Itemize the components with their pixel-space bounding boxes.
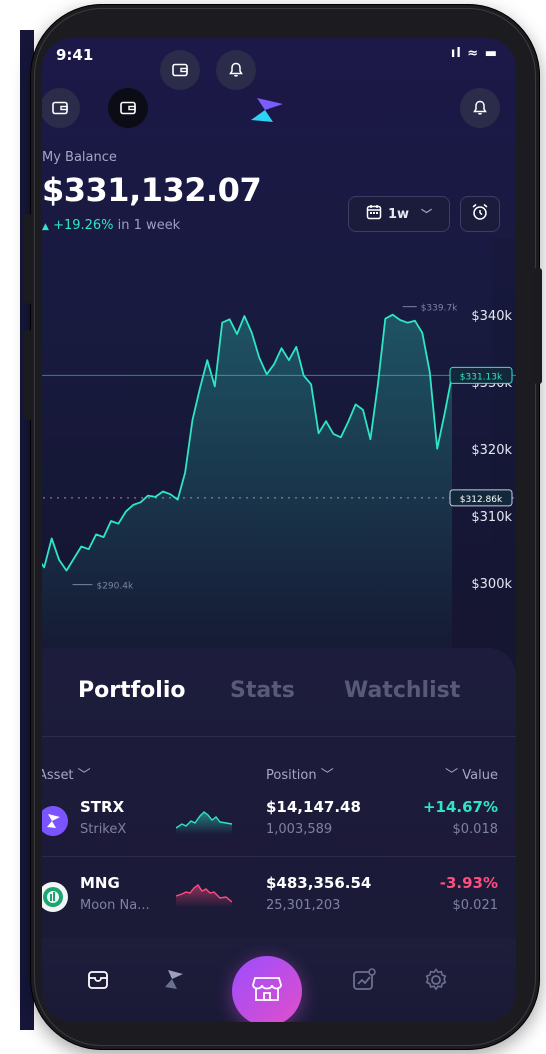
wallet-icon[interactable] [42,88,80,128]
tab-stats[interactable]: Stats [230,678,295,703]
brand-logo [249,96,285,124]
strikex-coin-icon [42,806,68,836]
bell-icon[interactable] [216,50,256,90]
column-header-value[interactable]: ﹀ Value [445,764,498,783]
asset-price: $0.021 [452,898,499,913]
wallet-icon[interactable] [160,50,200,90]
store-button[interactable] [232,956,302,1022]
flag-icon[interactable] [154,960,194,1000]
status-icons: ıl ≈ ▬ [450,46,498,61]
wallet-icon[interactable] [78,960,118,1000]
column-header-asset[interactable]: Asset ﹀ [42,764,91,783]
chevron-down-icon: ﹀ [421,208,433,221]
status-time: 9:41 [56,46,94,64]
low-label: $290.4k [96,582,133,592]
tab-divider [42,736,516,737]
y-tick-label: $320k [471,443,512,458]
asset-change: +14.67% [422,798,498,816]
calendar-icon [366,204,382,224]
period-value: 1w [387,206,410,222]
balance-change-period: in 1 week [117,218,181,233]
table-row[interactable]: MNG Moon Na... $483,356.54 25,301,203 -3… [42,866,516,936]
tab-portfolio[interactable]: Portfolio [78,678,186,703]
balance-change: ▲ +19.26% in 1 week [42,218,180,233]
reference-value-tag: $312.86k [460,495,503,505]
high-label: $339.7k [421,304,458,314]
table-row[interactable]: STRX StrikeX $14,147.48 1,003,589 +14.67… [42,790,516,860]
asset-position: $483,356.54 [266,874,372,892]
arrow-up-icon: ▲ [42,222,49,232]
current-value-tag: $331.13k [460,372,503,382]
bell-icon[interactable] [460,88,500,128]
alarm-clock-icon [471,203,489,225]
asset-position: $14,147.48 [266,798,361,816]
asset-quantity: 1,003,589 [266,822,333,837]
asset-price: $0.018 [452,822,499,837]
column-header-position[interactable]: Position ﹀ [266,764,334,783]
asset-symbol: STRX [80,798,125,816]
y-tick-label: $310k [471,510,512,525]
asset-symbol: MNG [80,874,120,892]
balance-label: My Balance [42,150,117,165]
asset-quantity: 25,301,203 [266,898,341,913]
wallet-icon[interactable] [108,88,148,128]
balance-chart: $339.7k$290.4k$340k$330k$320k$310k$300k$… [42,238,516,678]
app-screen: 9:41 ıl ≈ ▬ My Balance $331,132.07 ▲ +19… [42,38,516,1022]
balance-change-percent: +19.26% [53,218,114,233]
alarm-button[interactable] [460,196,500,232]
y-tick-label: $300k [471,577,512,592]
y-tick-label: $340k [471,309,512,324]
asset-name: StrikeX [80,822,127,837]
settings-icon[interactable] [416,960,456,1000]
period-selector[interactable]: 1w ﹀ [348,196,450,232]
sparkline-up [176,811,232,834]
store-icon [252,975,282,1007]
moon-nation-coin-icon [42,882,68,912]
power-button [534,268,542,384]
row-divider [42,856,516,857]
balance-value: $331,132.07 [42,171,262,209]
tab-bar: Portfolio Stats Watchlist [42,678,516,718]
tab-watchlist[interactable]: Watchlist [344,678,460,703]
asset-name: Moon Na... [80,898,150,913]
volume-up-button [24,214,32,304]
sparkline-down [176,883,232,908]
asset-change: -3.93% [439,874,498,892]
series-area [42,314,452,678]
volume-down-button [24,330,32,420]
chart-icon[interactable] [344,960,384,1000]
